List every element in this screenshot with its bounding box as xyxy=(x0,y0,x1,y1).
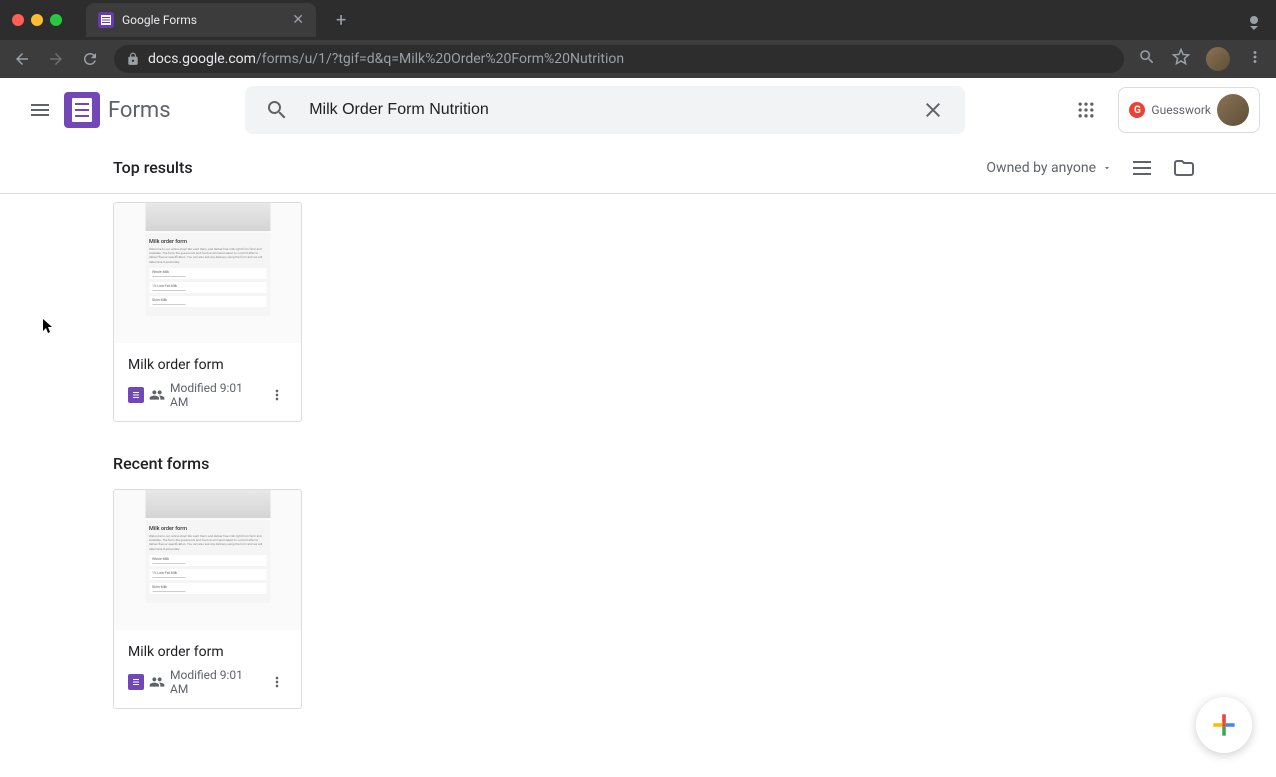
more-vert-icon xyxy=(269,674,285,690)
org-badge-icon: G xyxy=(1129,102,1145,118)
more-vert-icon xyxy=(269,387,285,403)
back-button[interactable] xyxy=(12,50,32,68)
new-tab-button[interactable]: + xyxy=(336,10,346,31)
forward-button[interactable] xyxy=(46,50,66,68)
close-icon xyxy=(921,98,945,122)
toolbar: Top results Owned by anyone xyxy=(0,142,1276,194)
tab-title: Google Forms xyxy=(122,13,197,27)
plus-icon xyxy=(1208,709,1240,741)
address-bar[interactable]: docs.google.com/forms/u/1/?tgif=d&q=Milk… xyxy=(114,45,1124,73)
browser-menu-icon[interactable] xyxy=(1246,48,1264,70)
tab-favicon xyxy=(98,12,114,28)
forms-doc-icon xyxy=(128,674,144,690)
chevron-down-icon xyxy=(1102,163,1112,173)
url-text: docs.google.com/forms/u/1/?tgif=d&q=Milk… xyxy=(148,51,624,67)
browser-profile-avatar[interactable] xyxy=(1206,47,1230,71)
zoom-icon[interactable] xyxy=(1138,48,1156,70)
form-card[interactable]: Milk order form Welcome to our online sh… xyxy=(113,202,302,422)
content-area: Milk order form Welcome to our online sh… xyxy=(0,194,1276,777)
create-form-fab[interactable] xyxy=(1196,697,1252,753)
ownership-label: Owned by anyone xyxy=(986,160,1096,176)
google-apps-button[interactable] xyxy=(1066,90,1106,130)
form-thumbnail: Milk order form Welcome to our online sh… xyxy=(114,490,301,630)
browser-tab[interactable]: Google Forms ✕ xyxy=(86,3,316,37)
form-more-button[interactable] xyxy=(267,387,287,403)
maximize-window-button[interactable] xyxy=(50,14,62,26)
folder-button[interactable] xyxy=(1172,156,1196,180)
app-name: Forms xyxy=(108,98,171,123)
search-icon xyxy=(265,98,289,122)
search-input[interactable] xyxy=(309,101,901,119)
main-menu-button[interactable] xyxy=(16,86,64,134)
forms-logo[interactable]: Forms xyxy=(64,92,171,128)
forms-doc-icon xyxy=(128,387,144,403)
search-bar xyxy=(245,86,965,134)
form-card-footer: Milk order form Modified 9:01 AM xyxy=(114,630,301,708)
shared-icon xyxy=(149,674,165,690)
form-card-footer: Milk order form Modified 9:01 AM xyxy=(114,343,301,421)
shared-icon xyxy=(149,387,165,403)
form-more-button[interactable] xyxy=(267,674,287,690)
tab-bar: Google Forms ✕ + xyxy=(0,0,1276,40)
lock-icon xyxy=(126,52,140,66)
form-modified-date: Modified 9:01 AM xyxy=(170,381,262,409)
form-title: Milk order form xyxy=(128,357,287,373)
clear-search-button[interactable] xyxy=(913,90,953,130)
top-results-grid: Milk order form Welcome to our online sh… xyxy=(113,202,1163,422)
chrome-profile-indicator[interactable] xyxy=(1250,16,1258,24)
minimize-window-button[interactable] xyxy=(31,14,43,26)
list-view-button[interactable] xyxy=(1130,156,1154,180)
recent-forms-heading: Recent forms xyxy=(113,454,1163,473)
apps-grid-icon xyxy=(1076,100,1096,120)
tab-close-button[interactable]: ✕ xyxy=(292,12,304,28)
ownership-filter[interactable]: Owned by anyone xyxy=(986,160,1112,176)
hamburger-icon xyxy=(28,98,52,122)
reload-button[interactable] xyxy=(80,50,100,68)
form-title: Milk order form xyxy=(128,644,287,660)
search-button[interactable] xyxy=(257,90,297,130)
org-badge-label: Guesswork xyxy=(1151,103,1211,117)
organization-badge[interactable]: G Guesswork xyxy=(1118,87,1260,133)
form-thumbnail: Milk order form Welcome to our online sh… xyxy=(114,203,301,343)
account-avatar[interactable] xyxy=(1217,94,1249,126)
window-controls xyxy=(12,14,62,26)
forms-icon xyxy=(64,92,100,128)
recent-forms-grid: Milk order form Welcome to our online sh… xyxy=(113,489,1163,709)
form-modified-date: Modified 9:01 AM xyxy=(170,668,262,696)
bookmark-icon[interactable] xyxy=(1172,48,1190,70)
list-view-icon xyxy=(1130,156,1154,180)
results-heading: Top results xyxy=(113,158,193,177)
app-header: Forms G Guesswork xyxy=(0,78,1276,142)
folder-icon xyxy=(1172,156,1196,180)
url-bar: docs.google.com/forms/u/1/?tgif=d&q=Milk… xyxy=(0,40,1276,78)
form-card[interactable]: Milk order form Welcome to our online sh… xyxy=(113,489,302,709)
close-window-button[interactable] xyxy=(12,14,24,26)
browser-chrome: Google Forms ✕ + docs.google.com/forms/u… xyxy=(0,0,1276,78)
